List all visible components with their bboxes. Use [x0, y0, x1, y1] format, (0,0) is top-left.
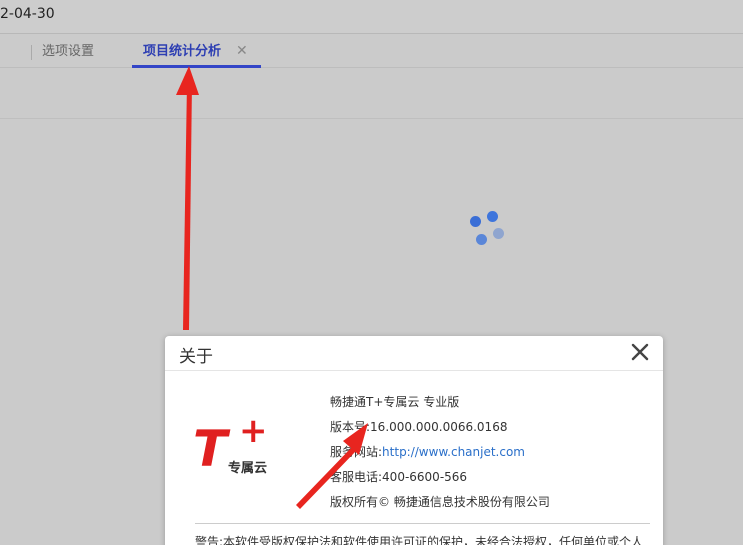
spinner-dot — [476, 234, 487, 245]
spinner-dot — [470, 216, 481, 227]
product-name: 畅捷通T+专属云 专业版 — [330, 395, 460, 409]
phone-row: 客服电话:400-6600-566 — [330, 468, 550, 493]
warning-text: 警告:本软件受版权保护法和软件使用许可证的保护，未经合法授权，任何单位或个人 — [195, 535, 644, 545]
loading-spinner-icon — [468, 208, 508, 248]
website-label: 服务网站: — [330, 445, 383, 459]
arrow-up-shaft — [183, 82, 192, 330]
tab-close-icon[interactable]: ✕ — [236, 35, 248, 68]
dialog-title: 关于 — [179, 347, 213, 367]
tab-label: 项目统计分析 — [143, 44, 222, 59]
version-row: 版本号:16.000.000.0066.0168 — [330, 418, 550, 443]
tab-options-settings[interactable]: 选项设置 — [42, 35, 94, 68]
product-info: 畅捷通T+专属云 专业版 版本号:16.000.000.0066.0168 服务… — [330, 393, 550, 518]
about-dialog: 关于 T + 专属云 畅捷通T+专属云 专业版 版本号:16.000.000.0… — [165, 336, 663, 545]
spinner-dot — [493, 228, 504, 239]
logo-mark: T — [193, 420, 228, 478]
top-bar: 2-04-30 — [0, 0, 743, 34]
date-text: 2-04-30 — [0, 6, 55, 22]
dialog-divider — [195, 523, 650, 524]
tab-separator — [31, 45, 32, 60]
tab-label: 选项设置 — [42, 44, 95, 59]
close-icon[interactable] — [628, 340, 652, 364]
toolbar-area — [0, 69, 743, 119]
version-number: 16.000.000.0066.0168 — [370, 420, 508, 434]
website-row: 服务网站:http://www.chanjet.com — [330, 443, 550, 468]
phone-label: 客服电话: — [330, 470, 383, 484]
tab-project-statistics[interactable]: 项目统计分析 ✕ — [132, 35, 261, 68]
logo-plus: + — [239, 411, 268, 451]
spinner-dot — [487, 211, 498, 222]
website-link[interactable]: http://www.chanjet.com — [382, 445, 525, 459]
product-logo: T + 专属云 — [193, 414, 293, 479]
tab-bar: 选项设置 项目统计分析 ✕ — [0, 35, 743, 68]
phone-number: 400-6600-566 — [382, 470, 468, 484]
copyright-text: 版权所有© 畅捷通信息技术股份有限公司 — [330, 495, 550, 509]
dialog-divider — [165, 370, 663, 371]
version-label: 版本号: — [330, 420, 371, 434]
logo-subtitle: 专属云 — [228, 461, 268, 476]
